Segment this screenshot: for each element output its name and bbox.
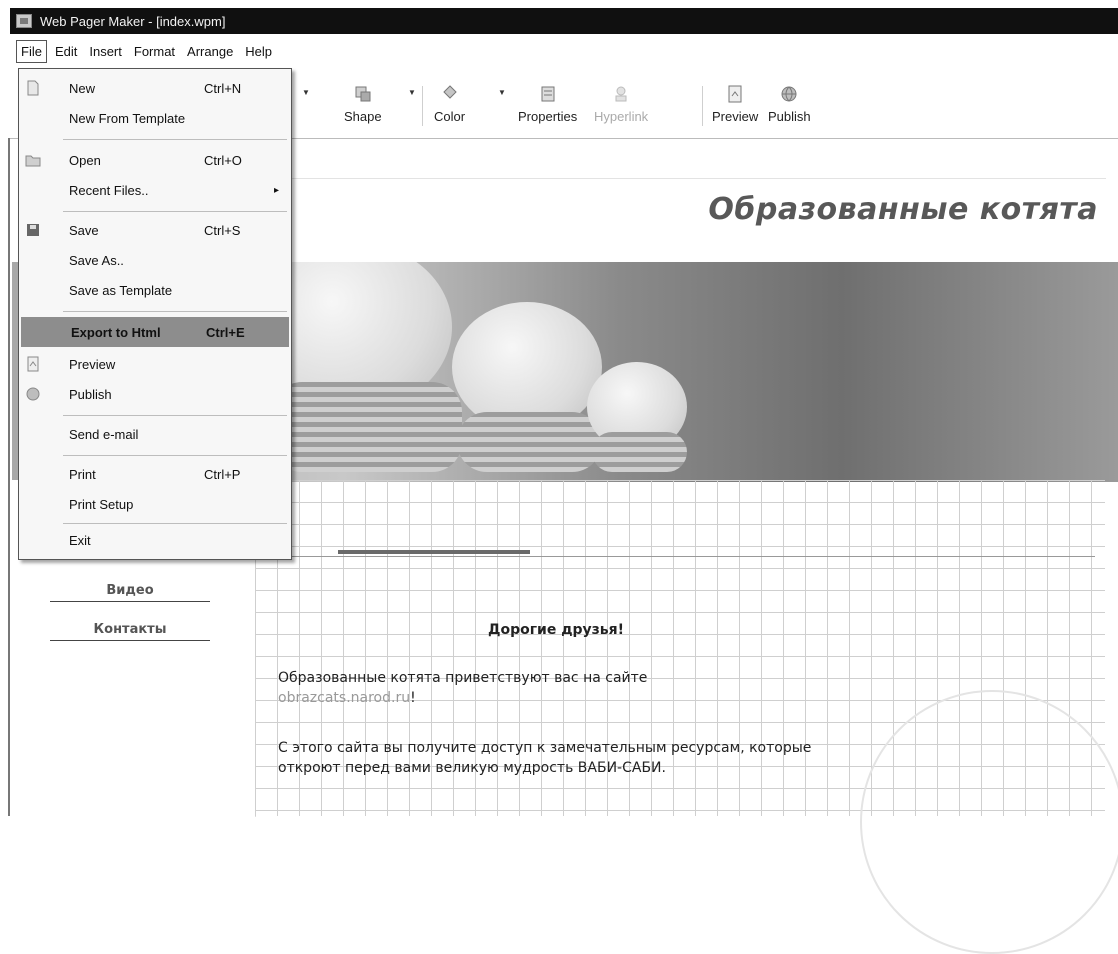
menu-item-export-to-html[interactable]: Export to Html Ctrl+E xyxy=(21,317,289,347)
menu-item-label: Open xyxy=(69,152,101,168)
menu-insert[interactable]: Insert xyxy=(85,41,126,62)
menu-item-label: Save xyxy=(69,222,99,238)
hyperlink-icon xyxy=(615,86,627,102)
menu-item-label: Print xyxy=(69,466,96,482)
decorative-circle xyxy=(860,690,1118,954)
paint-bucket-icon xyxy=(442,85,457,99)
toolbar-separator xyxy=(702,86,703,126)
menu-item-preview[interactable]: Preview xyxy=(19,349,291,379)
globe-icon xyxy=(26,387,40,401)
color-button-label: Color xyxy=(434,109,466,124)
hyperlink-button[interactable]: Hyperlink xyxy=(594,84,648,130)
menu-item-shortcut: Ctrl+S xyxy=(204,222,241,238)
menu-item-label: Send e-mail xyxy=(69,426,139,442)
site-title[interactable]: Образованные котята xyxy=(708,192,1098,227)
menu-help[interactable]: Help xyxy=(241,41,276,62)
open-folder-icon xyxy=(25,155,41,167)
menu-separator xyxy=(63,415,287,416)
file-menu-dropdown: New Ctrl+N New From Template Open Ctrl+O… xyxy=(18,68,292,560)
menu-item-save[interactable]: Save Ctrl+S xyxy=(19,215,291,245)
publish-button-label: Publish xyxy=(768,109,811,124)
publish-button[interactable]: Publish xyxy=(768,84,811,130)
nav-link-contacts[interactable]: Контакты xyxy=(50,622,210,641)
save-disk-icon xyxy=(27,224,39,236)
menu-separator xyxy=(63,311,287,312)
menu-separator xyxy=(63,211,287,212)
nav-highlight-bar[interactable] xyxy=(338,550,530,554)
menu-item-label: New From Template xyxy=(69,110,186,126)
menu-file[interactable]: File xyxy=(16,39,47,63)
menu-item-label: Save As.. xyxy=(69,252,124,268)
color-button[interactable]: Color xyxy=(434,84,465,130)
menu-item-label: Exit xyxy=(69,532,91,548)
menu-separator xyxy=(63,139,287,140)
menu-item-label: Print Setup xyxy=(69,496,134,512)
menu-item-shortcut: Ctrl+P xyxy=(204,466,241,482)
menu-item-shortcut: Ctrl+O xyxy=(204,152,242,168)
content-heading[interactable]: Дорогие друзья! xyxy=(488,622,624,638)
menu-bar: File Edit Insert Format Arrange Help xyxy=(10,34,1118,68)
welcome-exclamation: ! xyxy=(410,690,416,706)
shape-dropdown-caret[interactable]: ▼ xyxy=(408,88,416,97)
shape-button[interactable]: Shape xyxy=(344,84,382,130)
site-link[interactable]: obrazcats.narod.ru xyxy=(278,690,410,706)
preview-icon xyxy=(728,85,742,103)
menu-item-label: Preview xyxy=(69,356,116,372)
welcome-paragraph[interactable]: Образованные котята приветствуют вас на … xyxy=(278,668,898,708)
menu-item-new-from-template[interactable]: New From Template xyxy=(19,103,291,133)
menu-item-publish[interactable]: Publish xyxy=(19,379,291,409)
menu-item-recent-files[interactable]: Recent Files.. ▸ xyxy=(19,175,291,205)
content-separator xyxy=(255,556,1095,557)
menu-item-label: Recent Files.. xyxy=(69,182,149,198)
menu-item-new[interactable]: New Ctrl+N xyxy=(19,73,291,103)
image-dropdown-caret[interactable]: ▼ xyxy=(302,88,310,97)
globe-icon xyxy=(781,86,797,102)
preview-button-label: Preview xyxy=(712,109,759,124)
menu-item-label: New xyxy=(69,80,96,96)
shape-icon xyxy=(355,86,371,102)
menu-item-label: Publish xyxy=(69,386,112,402)
menu-item-send-email[interactable]: Send e-mail xyxy=(19,419,291,449)
properties-button-label: Properties xyxy=(518,109,578,124)
menu-item-label: Export to Html xyxy=(71,324,161,340)
welcome-text: Образованные котята приветствуют вас на … xyxy=(278,670,648,686)
menu-item-exit[interactable]: Exit xyxy=(19,525,291,555)
new-file-icon xyxy=(27,80,39,96)
menu-item-save-as[interactable]: Save As.. xyxy=(19,245,291,275)
window-title: Web Pager Maker - [index.wpm] xyxy=(40,13,226,29)
resources-paragraph[interactable]: С этого сайта вы получите доступ к замеч… xyxy=(278,738,868,778)
menu-item-shortcut: Ctrl+E xyxy=(206,324,245,340)
menu-item-label: Save as Template xyxy=(69,282,173,298)
hyperlink-button-label: Hyperlink xyxy=(594,109,649,124)
window-title-bar: Web Pager Maker - [index.wpm] xyxy=(10,8,1118,34)
toolbar-separator xyxy=(422,86,423,126)
properties-icon xyxy=(541,86,555,102)
submenu-arrow-icon: ▸ xyxy=(273,184,279,196)
preview-icon xyxy=(27,356,39,372)
menu-separator xyxy=(63,523,287,524)
app-icon xyxy=(16,14,32,28)
nav-link-video[interactable]: Видео xyxy=(50,583,210,602)
menu-item-open[interactable]: Open Ctrl+O xyxy=(19,145,291,175)
menu-item-print-setup[interactable]: Print Setup xyxy=(19,489,291,519)
shape-button-label: Shape xyxy=(344,109,382,124)
middle-bear-body xyxy=(457,412,602,472)
menu-edit[interactable]: Edit xyxy=(51,41,81,62)
menu-item-print[interactable]: Print Ctrl+P xyxy=(19,459,291,489)
menu-arrange[interactable]: Arrange xyxy=(183,41,237,62)
menu-item-save-as-template[interactable]: Save as Template xyxy=(19,275,291,305)
preview-button[interactable]: Preview xyxy=(712,84,758,130)
large-bear-body xyxy=(272,382,462,472)
small-bear-body xyxy=(592,432,687,472)
menu-item-shortcut: Ctrl+N xyxy=(204,80,242,96)
color-dropdown-caret[interactable]: ▼ xyxy=(498,88,506,97)
properties-button[interactable]: Properties xyxy=(518,84,577,130)
menu-format[interactable]: Format xyxy=(130,41,179,62)
menu-separator xyxy=(63,455,287,456)
